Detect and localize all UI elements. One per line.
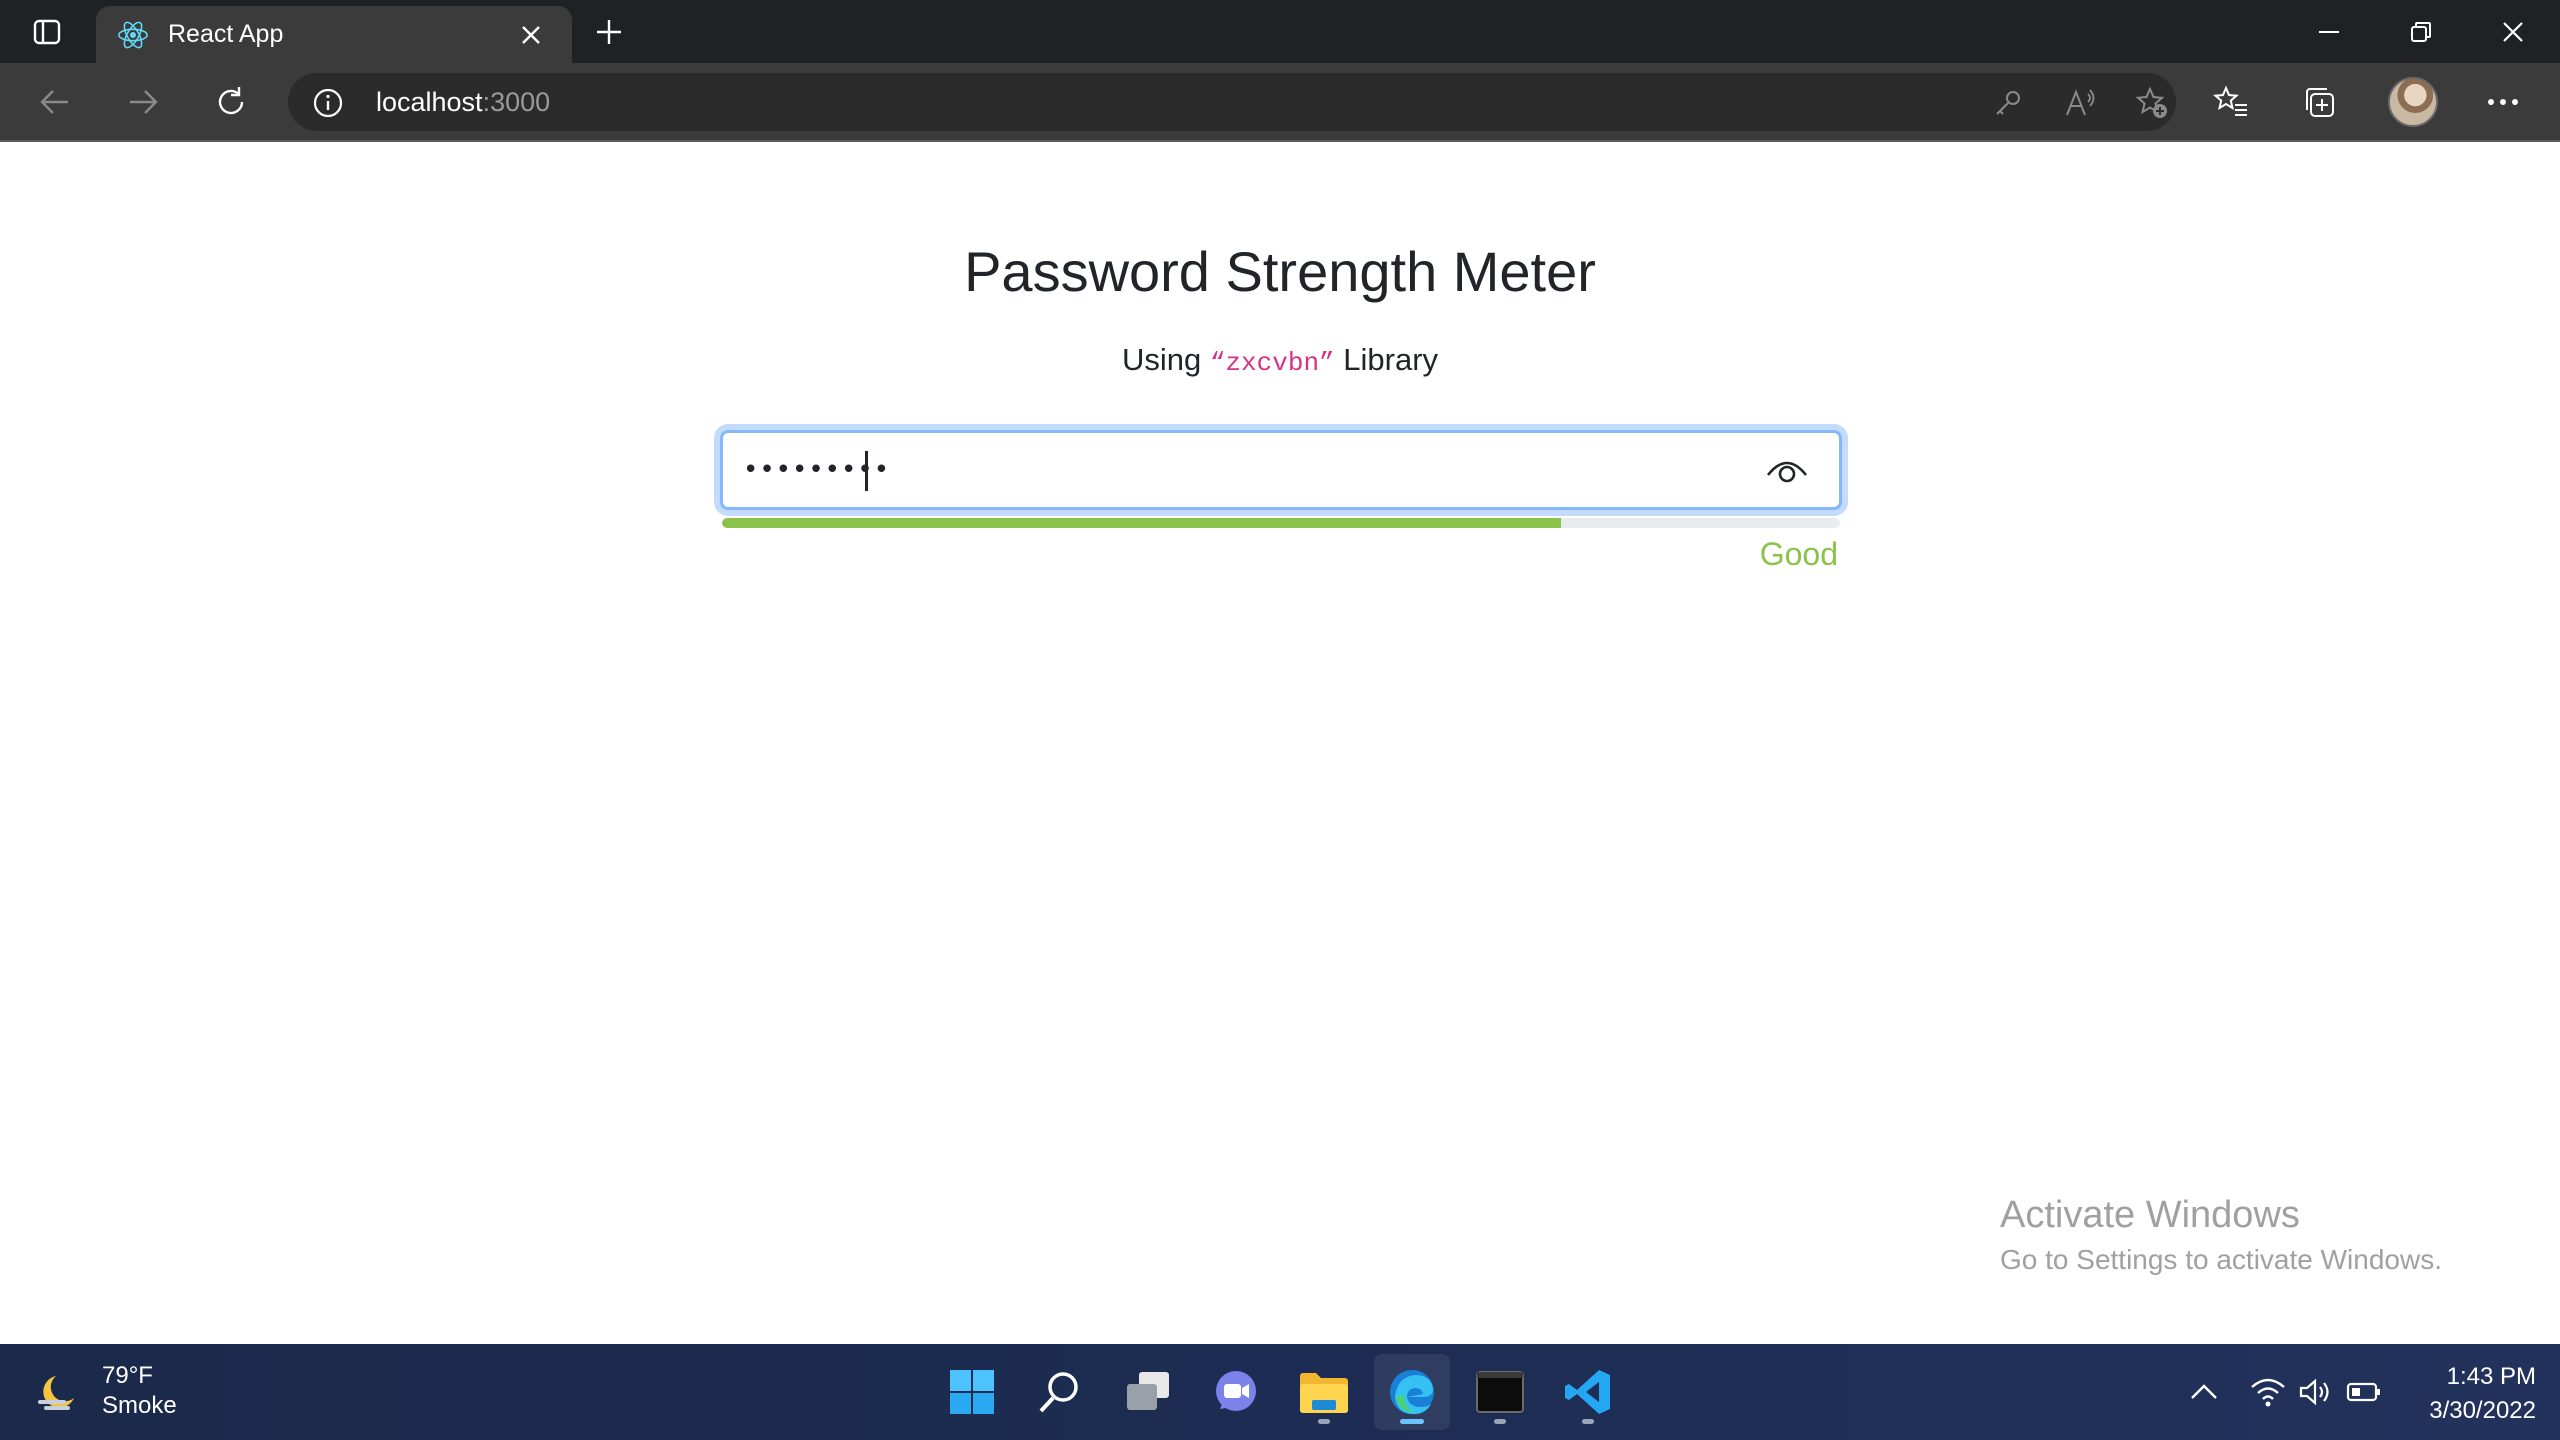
tab-actions-icon bbox=[32, 17, 62, 47]
windows-taskbar: 79°F Smoke 1:43 PM 3/30/2022 bbox=[0, 1344, 2560, 1440]
tab-close-button[interactable] bbox=[516, 20, 546, 50]
back-arrow-icon bbox=[40, 90, 68, 114]
forward-arrow-icon bbox=[130, 90, 158, 114]
password-input-group bbox=[720, 430, 1842, 510]
browser-tab-active[interactable]: React App bbox=[96, 6, 572, 63]
minimize-icon bbox=[2319, 31, 2339, 33]
weather-condition: Smoke bbox=[102, 1392, 177, 1419]
tab-title: React App bbox=[168, 20, 284, 48]
terminal-button[interactable] bbox=[1462, 1354, 1538, 1430]
react-logo-icon bbox=[116, 18, 150, 52]
chat-icon bbox=[1216, 1371, 1256, 1411]
tab-actions-button[interactable] bbox=[18, 10, 76, 54]
search-icon bbox=[1039, 1372, 1078, 1413]
terminal-icon bbox=[1476, 1371, 1524, 1413]
subtitle-suffix: Library bbox=[1343, 342, 1439, 377]
key-icon[interactable] bbox=[1990, 85, 2026, 121]
running-indicator bbox=[1582, 1419, 1594, 1424]
weather-widget[interactable]: 79°F Smoke bbox=[34, 1362, 234, 1422]
wifi-icon[interactable] bbox=[2248, 1374, 2288, 1410]
activation-watermark-title: Activate Windows bbox=[2000, 1194, 2300, 1236]
strength-meter bbox=[722, 518, 1840, 528]
library-name: “zxcvbn” bbox=[1209, 348, 1335, 378]
running-indicator bbox=[1318, 1419, 1330, 1424]
refresh-icon bbox=[218, 87, 244, 115]
favorites-icon bbox=[2213, 85, 2247, 116]
close-icon bbox=[2503, 22, 2523, 42]
battery-icon[interactable] bbox=[2344, 1374, 2384, 1410]
minimize-button[interactable] bbox=[2294, 10, 2364, 54]
vscode-icon bbox=[1565, 1370, 1610, 1414]
close-window-button[interactable] bbox=[2478, 10, 2548, 54]
browser-tab-strip: React App bbox=[0, 0, 2560, 63]
address-bar[interactable]: localhost:3000 bbox=[288, 73, 2176, 131]
url-host: localhost bbox=[376, 87, 483, 117]
favorites-button[interactable] bbox=[2202, 75, 2260, 129]
page-content: Password Strength Meter Using “zxcvbn” L… bbox=[0, 142, 2560, 1344]
forward-button[interactable] bbox=[114, 75, 172, 129]
collections-icon bbox=[2306, 88, 2334, 117]
search-button[interactable] bbox=[1022, 1354, 1098, 1430]
collections-button[interactable] bbox=[2290, 75, 2348, 129]
clock-date: 3/30/2022 bbox=[2429, 1397, 2536, 1424]
read-aloud-icon[interactable] bbox=[2062, 85, 2098, 121]
clock-time: 1:43 PM bbox=[2446, 1363, 2536, 1390]
active-indicator bbox=[1400, 1419, 1424, 1424]
vscode-button[interactable] bbox=[1550, 1354, 1626, 1430]
password-input[interactable] bbox=[743, 447, 1723, 493]
ellipsis-icon bbox=[2488, 99, 2518, 105]
strength-meter-fill bbox=[722, 518, 1561, 528]
start-icon bbox=[950, 1370, 994, 1414]
close-icon bbox=[522, 26, 540, 44]
restore-icon bbox=[2411, 22, 2431, 42]
task-view-button[interactable] bbox=[1110, 1354, 1186, 1430]
system-clock[interactable]: 1:43 PM 3/30/2022 bbox=[2396, 1360, 2536, 1428]
back-button[interactable] bbox=[26, 75, 84, 129]
info-icon[interactable] bbox=[312, 87, 344, 119]
task-view-icon bbox=[1127, 1372, 1169, 1410]
volume-icon[interactable] bbox=[2296, 1374, 2336, 1410]
page-subtitle: Using “zxcvbn” Library bbox=[0, 342, 2560, 378]
star-plus-icon[interactable] bbox=[2134, 85, 2170, 121]
new-tab-button[interactable] bbox=[586, 12, 632, 52]
page-title: Password Strength Meter bbox=[964, 240, 1596, 303]
activation-watermark-subtitle: Go to Settings to activate Windows. bbox=[2000, 1244, 2442, 1275]
plus-icon bbox=[597, 20, 621, 44]
refresh-button[interactable] bbox=[202, 75, 260, 129]
more-button[interactable] bbox=[2474, 75, 2532, 129]
strength-label: Good bbox=[1759, 536, 1838, 572]
subtitle-prefix: Using bbox=[1121, 342, 1202, 377]
file-explorer-button[interactable] bbox=[1286, 1354, 1362, 1430]
edge-icon bbox=[1390, 1370, 1434, 1415]
browser-toolbar: localhost:3000 bbox=[0, 63, 2560, 142]
start-button[interactable] bbox=[934, 1354, 1010, 1430]
text-caret bbox=[865, 451, 868, 491]
running-indicator bbox=[1494, 1419, 1506, 1424]
eye-icon bbox=[1766, 461, 1808, 483]
toggle-password-visibility-button[interactable] bbox=[1761, 449, 1813, 493]
moon-icon bbox=[34, 1372, 80, 1412]
chevron-up-icon[interactable] bbox=[2184, 1374, 2224, 1410]
edge-button[interactable] bbox=[1374, 1354, 1450, 1430]
chat-button[interactable] bbox=[1198, 1354, 1274, 1430]
file-explorer-icon bbox=[1300, 1373, 1348, 1413]
url-text[interactable]: localhost:3000 bbox=[376, 87, 550, 118]
profile-avatar[interactable] bbox=[2388, 77, 2438, 127]
url-port: :3000 bbox=[482, 87, 551, 117]
restore-button[interactable] bbox=[2386, 10, 2456, 54]
weather-temperature: 79°F bbox=[102, 1362, 153, 1389]
